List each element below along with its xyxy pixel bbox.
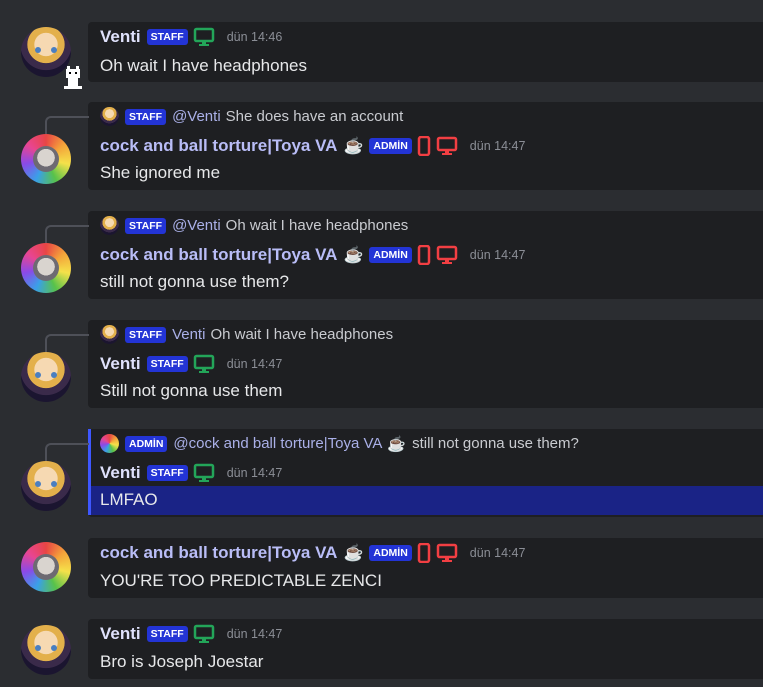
desktop-icon (193, 624, 214, 643)
message-text: She ignored me (100, 163, 221, 182)
staff-tag: STAFF (146, 465, 188, 481)
desktop-icon (193, 27, 214, 46)
avatar-venti[interactable] (21, 352, 71, 402)
reply-avatar (100, 107, 119, 126)
desktop-icon (436, 543, 458, 562)
staff-tag: STAFF (125, 326, 167, 343)
timestamp: dün 14:47 (226, 357, 283, 371)
timestamp: dün 14:47 (469, 139, 526, 153)
desktop-icon (436, 245, 458, 264)
admin-tag: ADMİN (369, 545, 412, 561)
avatar-toya[interactable] (21, 542, 71, 592)
staff-tag: STAFF (125, 108, 167, 125)
coffee-emoji: ☕ (343, 545, 364, 562)
timestamp: dün 14:46 (226, 30, 283, 44)
mention-highlight (88, 486, 763, 515)
staff-tag: STAFF (146, 356, 188, 372)
timestamp: dün 14:47 (469, 546, 526, 560)
reply-text[interactable]: Oh wait I have headphones (210, 326, 393, 343)
message-text: YOU'RE TOO PREDICTABLE ZENCI (100, 571, 382, 590)
message-7: Venti STAFF dün 14:47 Bro is Joseph Joes… (0, 617, 763, 687)
reply-text[interactable]: Oh wait I have headphones (226, 217, 409, 234)
message-text: LMFAO (100, 490, 158, 509)
username[interactable]: Venti (100, 463, 141, 483)
message-1: Venti STAFF dün 14:46 Oh wait I have hea… (0, 0, 763, 100)
message-text: Still not gonna use them (100, 381, 283, 400)
desktop-icon (193, 354, 214, 373)
coffee-emoji: ☕ (343, 247, 364, 264)
mobile-icon (417, 136, 431, 156)
reply-avatar (100, 216, 119, 235)
username[interactable]: cock and ball torture|Toya VA (100, 245, 337, 265)
reply-text[interactable]: still not gonna use them? (412, 435, 579, 452)
staff-tag: STAFF (146, 626, 188, 642)
reply-mention[interactable]: @Venti (172, 108, 221, 125)
username[interactable]: Venti (100, 354, 141, 374)
reply-spine (45, 225, 89, 245)
message-4: STAFF Venti Oh wait I have headphones Ve… (0, 318, 763, 418)
timestamp: dün 14:47 (226, 466, 283, 480)
coffee-emoji: ☕ (387, 435, 407, 453)
avatar-toya[interactable] (21, 243, 71, 293)
reply-mention[interactable]: @Venti (172, 217, 221, 234)
timestamp: dün 14:47 (469, 248, 526, 262)
desktop-icon (436, 136, 458, 155)
message-3: STAFF @Venti Oh wait I have headphones c… (0, 209, 763, 309)
message-6: cock and ball torture|Toya VA ☕ ADMİN dü… (0, 536, 763, 606)
message-5: ADMİN @cock and ball torture|Toya VA ☕ s… (0, 427, 763, 527)
mobile-icon (417, 245, 431, 265)
reply-text[interactable]: She does have an account (226, 108, 404, 125)
staff-tag: STAFF (146, 29, 188, 45)
reply-spine (45, 116, 89, 136)
admin-tag: ADMİN (125, 435, 168, 452)
coffee-emoji: ☕ (343, 138, 364, 155)
timestamp: dün 14:47 (226, 627, 283, 641)
mobile-icon (417, 543, 431, 563)
username[interactable]: Venti (100, 624, 141, 644)
admin-tag: ADMİN (369, 138, 412, 154)
avatar-venti[interactable] (21, 461, 71, 511)
pixel-cat-decoration (64, 66, 82, 89)
reply-mention[interactable]: Venti (172, 326, 205, 343)
reply-spine (45, 334, 89, 354)
message-text: still not gonna use them? (100, 272, 290, 291)
avatar-toya[interactable] (21, 134, 71, 184)
staff-tag: STAFF (125, 217, 167, 234)
message-2: STAFF @Venti She does have an account co… (0, 100, 763, 200)
reply-avatar (100, 434, 119, 453)
username[interactable]: cock and ball torture|Toya VA (100, 136, 337, 156)
reply-mention[interactable]: @cock and ball torture|Toya VA (173, 435, 382, 452)
username[interactable]: cock and ball torture|Toya VA (100, 543, 337, 563)
avatar-venti[interactable] (21, 625, 71, 675)
reply-spine (45, 443, 89, 463)
desktop-icon (193, 463, 214, 482)
message-text: Oh wait I have headphones (100, 56, 307, 75)
username[interactable]: Venti (100, 27, 141, 47)
message-text: Bro is Joseph Joestar (100, 652, 264, 671)
reply-avatar (100, 325, 119, 344)
admin-tag: ADMİN (369, 247, 412, 263)
